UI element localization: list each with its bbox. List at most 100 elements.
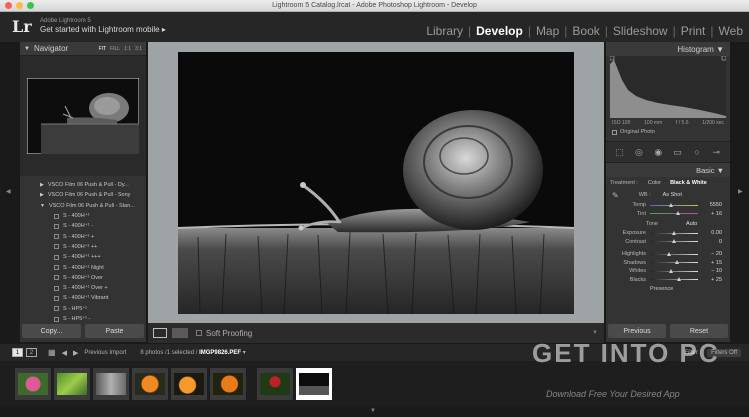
highlights-slider[interactable] xyxy=(650,251,698,256)
toolbar-menu-icon[interactable]: ▼ xyxy=(592,330,598,336)
preset-item[interactable]: S - 400H⁺¹ Night xyxy=(20,262,146,272)
contrast-slider[interactable] xyxy=(650,239,698,244)
shadows-slider-knob[interactable] xyxy=(675,260,680,265)
histogram-header[interactable]: Histogram ▼ xyxy=(606,42,730,56)
forward-arrow-icon[interactable]: ▶ xyxy=(73,349,78,357)
blacks-value[interactable]: + 25 xyxy=(698,277,722,283)
blacks-slider-knob[interactable] xyxy=(677,277,682,282)
preset-item[interactable]: S - 400H⁺¹ xyxy=(20,211,146,221)
grid-view-icon[interactable]: ▦ xyxy=(48,348,56,357)
mobile-promo-link[interactable]: Get started with Lightroom mobile ▸ xyxy=(40,25,166,34)
shadows-value[interactable]: + 15 xyxy=(698,260,722,266)
zoom-fit[interactable]: FIT xyxy=(99,46,107,52)
thumbnail-orange-lily-2[interactable] xyxy=(171,367,207,400)
secondary-window-button[interactable]: 2 xyxy=(26,348,37,357)
source-label[interactable]: Previous Import xyxy=(84,350,126,356)
preset-folder[interactable]: ▶ VSCO Film 06 Push & Pull - Dy... xyxy=(20,180,146,190)
left-panel-toggle-icon[interactable]: ◀ xyxy=(6,188,11,195)
soft-proofing-checkbox[interactable] xyxy=(196,330,202,336)
wb-select[interactable]: As Shot xyxy=(663,192,682,198)
eyedropper-icon[interactable]: ✎ xyxy=(612,191,619,200)
loupe-view[interactable] xyxy=(148,42,604,323)
highlights-slider-knob[interactable] xyxy=(666,251,671,256)
thumbnail-leaf-green[interactable] xyxy=(54,367,90,400)
minimize-window-button[interactable] xyxy=(16,2,23,9)
module-print[interactable]: Print xyxy=(681,24,706,38)
module-develop[interactable]: Develop xyxy=(476,24,523,38)
original-photo-row[interactable]: Original Photo xyxy=(606,127,730,137)
zoom-fill[interactable]: FILL xyxy=(110,46,120,52)
radial-filter-icon[interactable]: ○ xyxy=(691,146,703,158)
blacks-slider[interactable] xyxy=(650,277,698,282)
whites-slider-knob[interactable] xyxy=(669,268,674,273)
navigator-preview[interactable] xyxy=(20,56,146,176)
zoom-window-button[interactable] xyxy=(27,2,34,9)
treatment-bw-option[interactable]: Black & White xyxy=(667,179,710,187)
preset-folder[interactable]: ▼ VSCO Film 06 Push & Pull - Stan... xyxy=(20,201,146,211)
preset-item[interactable]: S - 400H⁺¹ - xyxy=(20,221,146,231)
close-window-button[interactable] xyxy=(5,2,12,9)
reset-button[interactable]: Reset xyxy=(670,324,728,338)
preset-item[interactable]: S - HP5⁺¹ xyxy=(20,304,146,314)
tint-slider-knob[interactable] xyxy=(676,211,681,216)
copy-button[interactable]: Copy... xyxy=(22,324,81,338)
auto-tone-button[interactable]: Auto xyxy=(686,221,697,227)
module-library[interactable]: Library xyxy=(426,24,463,38)
crop-icon[interactable]: ⬚ xyxy=(614,146,626,158)
thumbnail-orange-lily[interactable] xyxy=(132,367,168,400)
filmstrip-toggle-icon[interactable]: ▼ xyxy=(370,408,376,414)
selected-filename[interactable]: IMGP9826.PEF xyxy=(199,350,241,356)
thumbnail-flower-pink[interactable] xyxy=(15,367,51,400)
spot-removal-icon[interactable]: ◎ xyxy=(633,146,645,158)
preset-item[interactable]: S - 400H⁺¹ ++ xyxy=(20,242,146,252)
adjustment-brush-icon[interactable]: ⊸ xyxy=(710,146,722,158)
contrast-value[interactable]: 0 xyxy=(698,239,722,245)
thumbnail-snail-bw-selected[interactable] xyxy=(296,367,332,400)
before-after-view-icon[interactable] xyxy=(172,328,188,338)
preset-item[interactable]: S - 400H⁺¹ Vibrant xyxy=(20,293,146,303)
tint-value[interactable]: + 16 xyxy=(698,211,722,217)
zoom-3-1[interactable]: 3:1 xyxy=(135,46,142,52)
module-slideshow[interactable]: Slideshow xyxy=(613,24,668,38)
main-photo[interactable] xyxy=(178,52,574,314)
preset-item[interactable]: S - HP5⁺¹ - xyxy=(20,314,146,324)
highlights-value[interactable]: − 20 xyxy=(698,251,722,257)
basic-header[interactable]: Basic ▼ xyxy=(606,163,730,177)
temp-slider[interactable] xyxy=(650,202,698,207)
filename-dropdown-icon[interactable]: ▾ xyxy=(243,349,246,356)
right-panel-toggle-icon[interactable]: ▶ xyxy=(738,188,743,195)
paste-button[interactable]: Paste xyxy=(85,324,144,338)
back-arrow-icon[interactable]: ◀ xyxy=(62,349,67,357)
preset-item[interactable]: S - 400H⁺¹ + xyxy=(20,231,146,241)
preset-folder[interactable]: ▶ VSCO Film 06 Push & Pull - Sony xyxy=(20,190,146,200)
histogram-graph[interactable] xyxy=(610,56,726,118)
original-photo-checkbox[interactable] xyxy=(612,129,617,135)
preset-item[interactable]: S - 400H⁺¹ Over + xyxy=(20,283,146,293)
zoom-1-1[interactable]: 1:1 xyxy=(124,46,131,52)
preset-item[interactable]: S - 400H⁺¹ +++ xyxy=(20,252,146,262)
thumbnail-bw-texture[interactable] xyxy=(93,367,129,400)
previous-button[interactable]: Previous xyxy=(608,324,666,338)
exposure-slider[interactable] xyxy=(650,230,698,235)
module-map[interactable]: Map xyxy=(536,24,559,38)
temp-value[interactable]: 5550 xyxy=(698,202,722,208)
module-web[interactable]: Web xyxy=(719,24,743,38)
exposure-value[interactable]: 0.00 xyxy=(698,230,722,236)
treatment-color-option[interactable]: Color xyxy=(648,180,661,186)
loupe-view-icon[interactable] xyxy=(153,328,167,338)
preset-item[interactable]: S - 400H⁺¹ Over xyxy=(20,273,146,283)
red-eye-icon[interactable]: ◉ xyxy=(652,146,664,158)
thumbnail-orange-lily-3[interactable] xyxy=(210,367,246,400)
whites-value[interactable]: − 10 xyxy=(698,268,722,274)
main-window-button[interactable]: 1 xyxy=(12,348,23,357)
tint-slider[interactable] xyxy=(650,211,698,216)
contrast-slider-knob[interactable] xyxy=(671,239,676,244)
module-book[interactable]: Book xyxy=(572,24,599,38)
graduated-filter-icon[interactable]: ▭ xyxy=(672,146,684,158)
exposure-slider-knob[interactable] xyxy=(671,230,676,235)
navigator-header[interactable]: ▼ Navigator FIT FILL 1:1 3:1 xyxy=(20,42,146,56)
temp-slider-knob[interactable] xyxy=(669,202,674,207)
whites-slider[interactable] xyxy=(650,268,698,273)
shadows-slider[interactable] xyxy=(650,260,698,265)
thumbnail-red-berries[interactable] xyxy=(257,367,293,400)
